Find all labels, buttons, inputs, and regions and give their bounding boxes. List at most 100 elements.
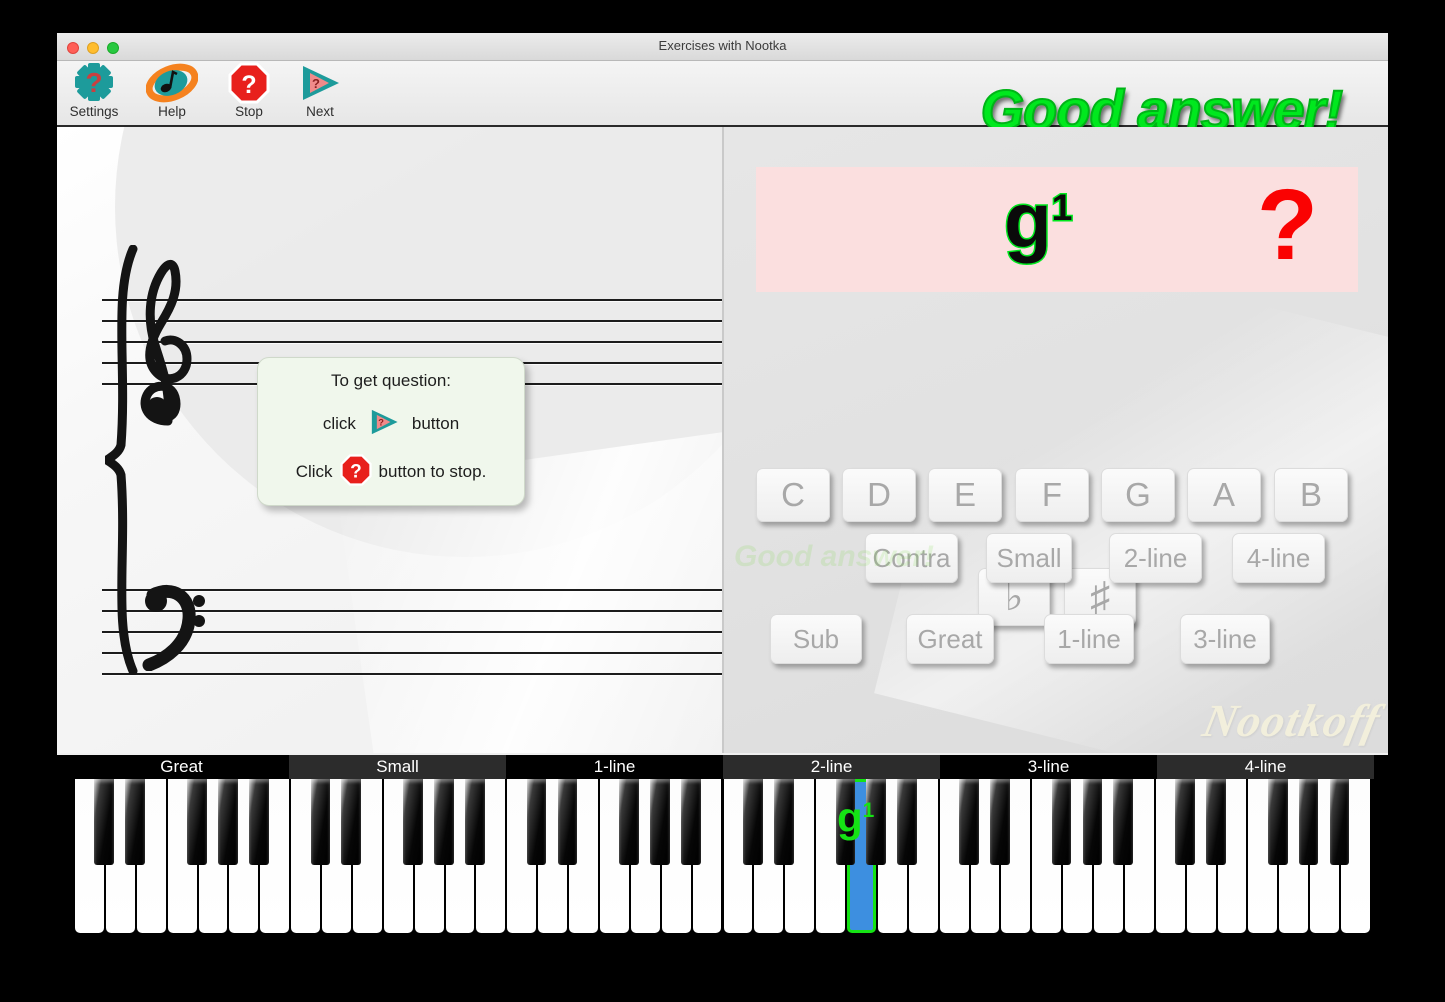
piano-key-black[interactable]	[526, 779, 547, 865]
piano-key-black[interactable]	[1298, 779, 1319, 865]
octave-button-4-line[interactable]: 4-line	[1232, 533, 1325, 583]
piano-key-black[interactable]	[959, 779, 979, 865]
piano-key-black[interactable]	[1113, 779, 1134, 865]
stop-button[interactable]: ? Stop	[212, 62, 286, 119]
octave-button-2-line[interactable]: 2-line	[1109, 533, 1202, 583]
piano-key-black[interactable]	[989, 779, 1010, 865]
piano-keys[interactable]: g1	[74, 779, 1371, 933]
nootkoff-watermark: Nootkoff	[1198, 695, 1386, 746]
window-title: Exercises with Nootka	[658, 38, 787, 53]
octave-label-great: Great	[74, 755, 289, 779]
piano-key-black[interactable]	[681, 779, 701, 865]
tooltip-line-3-suffix: button to stop.	[378, 462, 487, 481]
piano-keyboard-widget: Great Small 1-line 2-line 3-line 4-line …	[0, 755, 1445, 935]
toolbar: ? Settings Help ? Stop ? Next Good answe…	[57, 61, 1388, 142]
grand-staff-brace	[99, 244, 139, 680]
piano-key-black[interactable]	[125, 779, 145, 865]
octave-button-great[interactable]: Great	[906, 614, 994, 664]
octave-label-bar: Great Small 1-line 2-line 3-line 4-line	[0, 755, 1445, 779]
question-display: g1 ?	[756, 167, 1358, 292]
main-area: To get question: click ? button Click ? …	[57, 127, 1388, 753]
piano-key-black[interactable]	[1051, 779, 1072, 865]
fading-status-message: Good answer!	[734, 540, 935, 573]
score-view[interactable]: To get question: click ? button Click ? …	[57, 127, 722, 753]
tooltip-line-1: To get question:	[330, 371, 452, 390]
svg-text:?: ?	[312, 76, 320, 91]
play-triangle-question-icon: ?	[283, 63, 357, 103]
tooltip-line-2: click ? button	[268, 407, 514, 440]
stop-octagon-question-icon: ?	[339, 454, 372, 489]
piano-key-black[interactable]	[1206, 779, 1226, 865]
piano-key-black[interactable]	[94, 779, 115, 865]
piano-key-black[interactable]	[557, 779, 578, 865]
piano-key-black[interactable]	[1267, 779, 1288, 865]
note-button-d[interactable]: D	[842, 468, 916, 522]
octave-label-4-line: 4-line	[1157, 755, 1374, 779]
question-note: g1	[1003, 180, 1074, 261]
question-note-letter: g	[1003, 176, 1054, 264]
piano-key-black[interactable]	[897, 779, 918, 865]
piano-key-black[interactable]	[619, 779, 640, 865]
piano-key-black[interactable]	[434, 779, 454, 865]
note-button-e[interactable]: E	[928, 468, 1002, 522]
octave-label-2-line: 2-line	[723, 755, 940, 779]
piano-key-black[interactable]	[403, 779, 423, 865]
piano-key-black[interactable]	[650, 779, 670, 865]
tooltip-line-2-suffix: button	[411, 414, 460, 433]
octave-label-spacer-right	[1374, 755, 1445, 779]
play-triangle-question-icon: ?	[364, 407, 404, 440]
octave-button-sub[interactable]: Sub	[770, 614, 862, 664]
svg-text:?: ?	[85, 67, 102, 98]
instruction-tooltip: To get question: click ? button Click ? …	[257, 357, 525, 506]
treble-clef-icon	[135, 249, 201, 429]
svg-text:?: ?	[378, 418, 384, 428]
piano-key-black[interactable]	[248, 779, 269, 865]
settings-label: Settings	[69, 104, 119, 119]
note-oval-icon	[135, 63, 209, 103]
question-mark-icon: ?	[1256, 169, 1318, 281]
app-window: Exercises with Nootka ? Settings Help ? …	[57, 33, 1388, 755]
svg-text:?: ?	[350, 462, 362, 483]
piano-key-black[interactable]	[1175, 779, 1195, 865]
bass-clef-icon	[139, 579, 211, 672]
piano-key-black[interactable]	[187, 779, 207, 865]
question-note-octave: 1	[1050, 186, 1074, 228]
octave-button-small[interactable]: Small	[986, 533, 1072, 583]
help-button[interactable]: Help	[135, 63, 209, 119]
octave-button-3-line[interactable]: 3-line	[1180, 614, 1270, 664]
piano-key-black[interactable]	[464, 779, 485, 865]
piano-key-black[interactable]	[217, 779, 238, 865]
note-button-b[interactable]: B	[1274, 468, 1348, 522]
settings-button[interactable]: ? Settings	[57, 63, 131, 119]
piano-key-black[interactable]	[773, 779, 794, 865]
note-button-f[interactable]: F	[1015, 468, 1089, 522]
piano-key-black[interactable]	[866, 779, 887, 865]
octave-button-1-line[interactable]: 1-line	[1044, 614, 1134, 664]
piano-key-black[interactable]	[310, 779, 331, 865]
next-button[interactable]: ? Next	[283, 63, 357, 119]
piano-key-black[interactable]	[1329, 779, 1350, 865]
octave-label-3-line: 3-line	[940, 755, 1157, 779]
octave-label-1-line: 1-line	[506, 755, 723, 779]
staff-line	[102, 673, 722, 675]
octave-label-small: Small	[289, 755, 506, 779]
next-label: Next	[306, 104, 334, 119]
note-button-c[interactable]: C	[756, 468, 830, 522]
help-label: Help	[158, 104, 186, 119]
gear-question-icon: ?	[57, 63, 131, 103]
piano-key-black[interactable]	[1082, 779, 1103, 865]
svg-text:?: ?	[241, 71, 256, 99]
octave-label-spacer	[0, 755, 74, 779]
note-button-g[interactable]: G	[1101, 468, 1175, 522]
answer-panel: g1 ? C D E F G A B ♭ ♯ Contra Small 2-li…	[722, 127, 1388, 753]
tooltip-line-3: Click ? button to stop.	[268, 454, 514, 489]
piano-key-black[interactable]	[835, 779, 856, 865]
tooltip-line-3-prefix: Click	[295, 462, 333, 481]
piano-key-black[interactable]	[341, 779, 362, 865]
window-titlebar: Exercises with Nootka	[57, 33, 1388, 61]
tooltip-line-2-prefix: click	[322, 414, 356, 433]
stop-octagon-question-icon: ?	[212, 62, 286, 104]
note-button-a[interactable]: A	[1187, 468, 1261, 522]
screen: Exercises with Nootka ? Settings Help ? …	[0, 0, 1445, 1002]
piano-key-black[interactable]	[742, 779, 763, 865]
